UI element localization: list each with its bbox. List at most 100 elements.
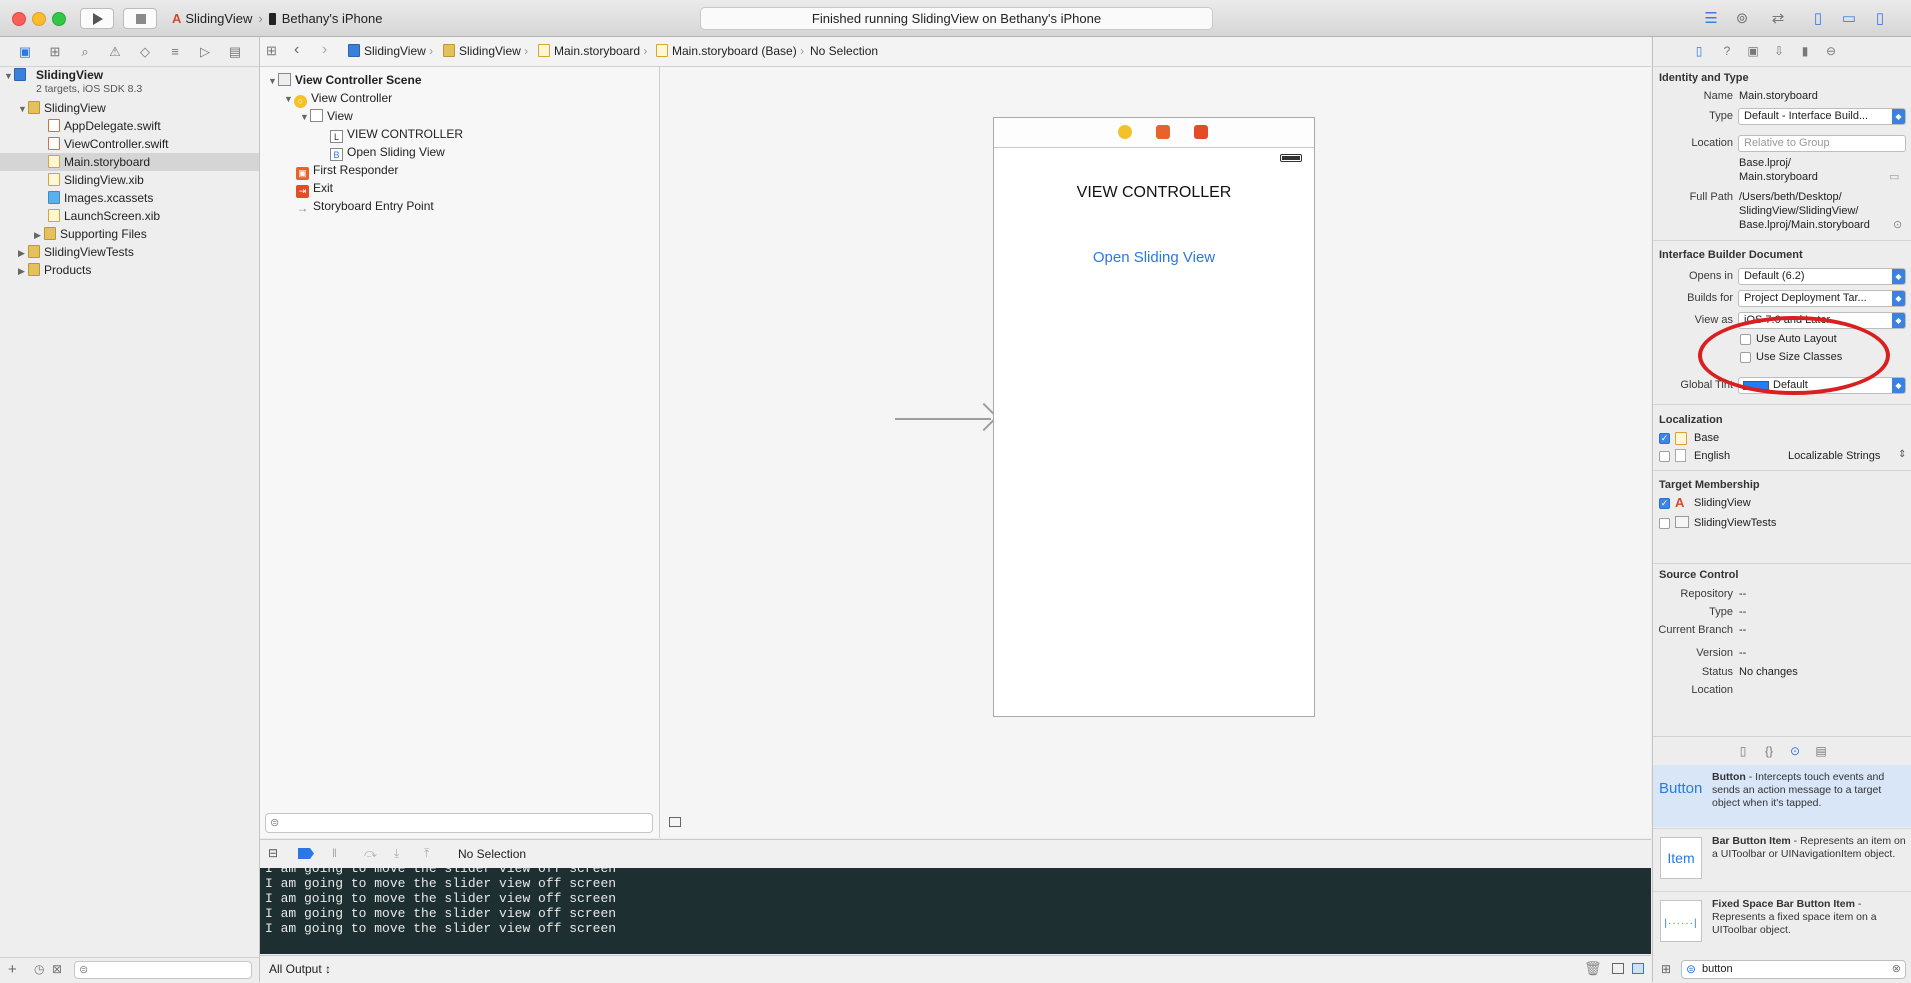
object-library-icon[interactable]: ⊙ bbox=[1787, 744, 1803, 758]
version-editor-icon[interactable]: ⇄ bbox=[1765, 9, 1791, 29]
identity-inspector-icon[interactable]: ▣ bbox=[1745, 44, 1761, 58]
breadcrumb-localization[interactable]: Main.storyboard (Base) › bbox=[656, 44, 804, 58]
run-button[interactable] bbox=[80, 8, 114, 29]
group-slidingview[interactable]: ▼ SlidingView bbox=[18, 99, 106, 117]
show-outline-icon[interactable] bbox=[669, 817, 681, 827]
project-root[interactable]: ▼ SlidingView 2 targets, iOS SDK 8.3 bbox=[4, 68, 142, 98]
view-controller-icon[interactable] bbox=[1118, 125, 1132, 139]
outline-label-item[interactable]: L VIEW CONTROLLER bbox=[330, 125, 463, 143]
outline-exit[interactable]: ⇥ Exit bbox=[296, 179, 333, 198]
related-items-icon[interactable]: ⊞ bbox=[266, 43, 277, 59]
type-popup[interactable]: Default - Interface Build... ◆ bbox=[1738, 108, 1906, 125]
output-filter-popup[interactable]: All Output ↕ bbox=[269, 962, 331, 976]
stop-button[interactable] bbox=[123, 8, 157, 29]
add-icon[interactable]: + bbox=[8, 961, 17, 978]
library-item-fixed-space[interactable]: |······| Fixed Space Bar Button Item - R… bbox=[1653, 891, 1911, 954]
quick-help-icon[interactable]: ? bbox=[1719, 44, 1735, 58]
console-output[interactable]: I am going to move the slider view off s… bbox=[260, 868, 1651, 954]
debug-navigator-icon[interactable]: ≡ bbox=[160, 44, 190, 59]
folder-icon[interactable]: ▣ bbox=[10, 44, 40, 60]
view-controller-title-label[interactable]: VIEW CONTROLLER bbox=[994, 184, 1314, 202]
toggle-navigator-icon[interactable]: ▯ bbox=[1805, 9, 1831, 29]
assistant-editor-icon[interactable]: ⊚ bbox=[1729, 9, 1755, 29]
size-inspector-icon[interactable]: ▮ bbox=[1797, 44, 1813, 58]
step-out-icon[interactable]: ⤒ bbox=[424, 846, 429, 861]
breakpoint-icon[interactable]: ▷ bbox=[190, 44, 220, 60]
target-slidingview-checkbox[interactable]: ✓ bbox=[1659, 498, 1670, 509]
view-controller-scene[interactable]: VIEW CONTROLLER Open Sliding View bbox=[993, 117, 1315, 717]
forward-arrow-icon[interactable]: › bbox=[322, 41, 327, 59]
open-sliding-view-button[interactable]: Open Sliding View bbox=[994, 249, 1314, 266]
exit-icon[interactable] bbox=[1194, 125, 1208, 139]
symbol-navigator-icon[interactable]: ⊞ bbox=[40, 44, 70, 60]
english-localization-type[interactable]: Localizable Strings bbox=[1788, 450, 1880, 462]
updown-chevron-icon[interactable]: ⇕ bbox=[1898, 449, 1906, 460]
breadcrumb-group[interactable]: SlidingView › bbox=[443, 44, 528, 58]
group-products[interactable]: ▶ Products bbox=[18, 261, 91, 279]
library-search-field[interactable]: ⊜ button ⊗ bbox=[1681, 960, 1906, 979]
clear-search-icon[interactable]: ⊗ bbox=[1892, 961, 1901, 978]
toggle-utilities-icon[interactable]: ▯ bbox=[1867, 9, 1893, 29]
reveal-in-finder-icon[interactable]: ⊙ bbox=[1893, 218, 1902, 231]
attributes-inspector-icon[interactable]: ⇩ bbox=[1771, 44, 1787, 58]
warning-icon[interactable]: ⚠ bbox=[100, 44, 130, 60]
target-tests-checkbox[interactable] bbox=[1659, 518, 1670, 529]
file-main-storyboard[interactable]: Main.storyboard bbox=[0, 153, 259, 171]
back-arrow-icon[interactable]: ‹ bbox=[294, 41, 299, 59]
storyboard-canvas[interactable]: VIEW CONTROLLER Open Sliding View bbox=[660, 67, 1651, 838]
sc-location-label: Location bbox=[1691, 684, 1733, 696]
file-appdelegate[interactable]: AppDelegate.swift bbox=[48, 117, 161, 135]
library-item-button[interactable]: Button Button - Intercepts touch events … bbox=[1653, 765, 1911, 827]
location-popup[interactable]: Relative to Group bbox=[1738, 135, 1906, 152]
find-icon[interactable]: ⌕ bbox=[70, 44, 100, 60]
minimize-window-button[interactable] bbox=[32, 12, 46, 26]
connections-inspector-icon[interactable]: ⊖ bbox=[1823, 44, 1839, 58]
navigator-filter-field[interactable]: ⊜ bbox=[74, 961, 252, 979]
group-supporting-files[interactable]: ▶ Supporting Files bbox=[34, 225, 147, 243]
breadcrumb-selection[interactable]: No Selection bbox=[810, 44, 878, 58]
hide-debug-area-icon[interactable]: ⊟ bbox=[268, 846, 278, 860]
trash-icon[interactable]: 🗑 bbox=[1584, 960, 1602, 977]
breadcrumb-file[interactable]: Main.storyboard › bbox=[538, 44, 647, 58]
file-template-icon[interactable]: ▯ bbox=[1735, 744, 1751, 758]
grid-view-icon[interactable]: ⊞ bbox=[1661, 962, 1671, 976]
choose-folder-icon[interactable]: ▭ bbox=[1889, 170, 1899, 183]
builds-for-popup[interactable]: Project Deployment Tar... ◆ bbox=[1738, 290, 1906, 307]
opens-in-popup[interactable]: Default (6.2) ◆ bbox=[1738, 268, 1906, 285]
first-responder-icon[interactable] bbox=[1156, 125, 1170, 139]
scheme-selector[interactable]: A SlidingView › Bethany's iPhone bbox=[172, 8, 382, 29]
report-icon[interactable]: ▤ bbox=[220, 44, 250, 60]
outline-scene[interactable]: ▼ View Controller Scene bbox=[268, 71, 422, 89]
outline-view[interactable]: ▼ View bbox=[300, 107, 353, 125]
media-library-icon[interactable]: ▤ bbox=[1813, 744, 1829, 758]
recent-files-icon[interactable]: ◷ bbox=[34, 962, 44, 976]
code-snippet-icon[interactable]: {} bbox=[1761, 744, 1777, 758]
variables-view-icon[interactable] bbox=[1612, 963, 1624, 974]
outline-first-responder[interactable]: ▣ First Responder bbox=[296, 161, 398, 180]
base-localization-checkbox[interactable]: ✓ bbox=[1659, 433, 1670, 444]
console-view-icon[interactable] bbox=[1632, 963, 1644, 974]
test-icon[interactable]: ◇ bbox=[130, 44, 160, 60]
source-control-filter-icon[interactable]: ⊠ bbox=[52, 962, 62, 976]
file-images-xcassets[interactable]: Images.xcassets bbox=[48, 189, 153, 207]
library-item-bar-button[interactable]: Item Bar Button Item - Represents an ite… bbox=[1653, 828, 1911, 891]
outline-view-controller[interactable]: ▼ ○ View Controller bbox=[284, 89, 392, 108]
zoom-window-button[interactable] bbox=[52, 12, 66, 26]
outline-button-item[interactable]: B Open Sliding View bbox=[330, 143, 445, 161]
breadcrumb-project[interactable]: SlidingView › bbox=[348, 44, 433, 58]
step-over-icon[interactable]: ⤼ bbox=[364, 846, 377, 861]
group-slidingviewtests[interactable]: ▶ SlidingViewTests bbox=[18, 243, 134, 261]
english-localization-checkbox[interactable] bbox=[1659, 451, 1670, 462]
outline-entry-point[interactable]: → Storyboard Entry Point bbox=[296, 197, 434, 215]
file-launchscreen-xib[interactable]: LaunchScreen.xib bbox=[48, 207, 160, 225]
file-viewcontroller[interactable]: ViewController.swift bbox=[48, 135, 168, 153]
breakpoints-toggle-icon[interactable] bbox=[298, 848, 314, 859]
file-inspector-icon[interactable]: ▯ bbox=[1691, 44, 1707, 58]
toggle-debug-area-icon[interactable]: ▭ bbox=[1836, 9, 1862, 29]
close-window-button[interactable] bbox=[12, 12, 26, 26]
outline-filter-field[interactable]: ⊜ bbox=[265, 813, 653, 833]
step-into-icon[interactable]: ⤓ bbox=[394, 846, 399, 861]
standard-editor-icon[interactable]: ☰ bbox=[1698, 9, 1724, 29]
pause-icon[interactable]: ‖ bbox=[332, 846, 337, 860]
file-slidingview-xib[interactable]: SlidingView.xib bbox=[48, 171, 144, 189]
